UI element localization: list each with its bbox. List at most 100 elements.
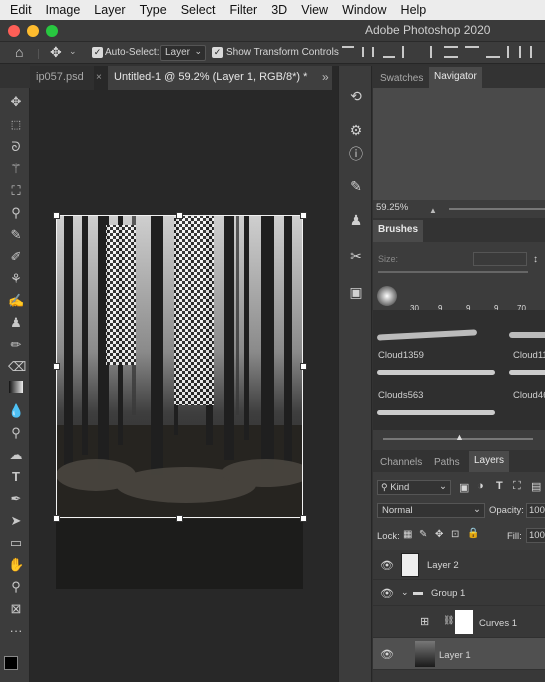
paragraph-icon[interactable]: ▣ xyxy=(348,284,364,300)
tab-swatches[interactable]: Swatches xyxy=(375,69,428,88)
move-tool-icon[interactable]: ✥ xyxy=(8,94,24,110)
dodge-tool-icon[interactable]: ⚲ xyxy=(8,425,24,441)
transform-handle-t[interactable] xyxy=(176,212,183,219)
menu-view[interactable]: View xyxy=(301,3,328,17)
lock-transparent-icon[interactable]: ▦ xyxy=(403,529,412,540)
filter-smart-icon[interactable]: ▤ xyxy=(531,480,541,493)
tab-untitled-1[interactable]: Untitled-1 @ 59.2% (Layer 1, RGB/8*) * xyxy=(108,66,332,90)
align-top-icon[interactable] xyxy=(342,46,354,58)
distribute-vertical-icon[interactable] xyxy=(444,46,458,58)
tab-brushes[interactable]: Brushes xyxy=(373,220,424,242)
show-transform-checkbox[interactable]: ✓ xyxy=(212,47,223,58)
foreground-color-swatch[interactable] xyxy=(4,656,18,670)
distribute-bottom-icon[interactable] xyxy=(486,46,500,58)
distribute-top-icon[interactable] xyxy=(465,46,479,58)
zoom-out-icon[interactable]: ▲ xyxy=(429,206,437,215)
maximize-window-button[interactable] xyxy=(46,25,58,37)
chevron-double-right-icon[interactable]: » xyxy=(322,70,329,84)
pencil-icon[interactable]: ✏ xyxy=(8,337,24,353)
lock-position-icon[interactable]: ✥ xyxy=(435,529,443,540)
brush-size-input[interactable] xyxy=(473,252,527,266)
canvas-area[interactable] xyxy=(30,90,338,682)
filter-type-icon[interactable]: T xyxy=(496,480,503,492)
tab-navigator[interactable]: Navigator xyxy=(429,67,482,88)
properties-icon[interactable]: ⚙ xyxy=(348,122,364,138)
auto-select-checkbox[interactable]: ✓ xyxy=(92,47,103,58)
eye-icon[interactable]: 👁 xyxy=(380,587,394,600)
brush-size-slider[interactable] xyxy=(378,271,528,273)
menu-image[interactable]: Image xyxy=(46,3,81,17)
move-tool-icon[interactable]: ✥ xyxy=(50,44,62,61)
transform-handle-l[interactable] xyxy=(53,363,60,370)
close-window-button[interactable] xyxy=(8,25,20,37)
layer-row-layer-1[interactable]: 👁 Layer 1 xyxy=(373,638,545,670)
align-left-icon[interactable] xyxy=(402,46,414,58)
menu-select[interactable]: Select xyxy=(181,3,216,17)
lasso-tool-icon[interactable]: ᘐ xyxy=(8,139,24,155)
brush-name-2[interactable]: Cloud11 xyxy=(513,350,545,361)
distribute-left-icon[interactable] xyxy=(530,46,540,58)
zoom-tool-icon[interactable]: ⚲ xyxy=(8,579,24,595)
tab-layers[interactable]: Layers xyxy=(469,451,510,472)
menu-edit[interactable]: Edit xyxy=(10,3,32,17)
slider-thumb-icon[interactable]: ▲ xyxy=(455,432,464,442)
layer-filter-dropdown[interactable]: ⚲ Kind ⌄ xyxy=(377,480,451,495)
lock-image-icon[interactable]: ✎ xyxy=(419,529,427,540)
blend-mode-dropdown[interactable]: Normal ⌄ xyxy=(377,503,485,518)
brush-tool-icon[interactable]: ✐ xyxy=(8,249,24,265)
align-bottom-icon[interactable] xyxy=(383,46,395,58)
filter-shape-icon[interactable]: ⛶ xyxy=(513,480,521,493)
layer-mask-thumbnail[interactable] xyxy=(455,610,473,634)
more-tools-icon[interactable]: ··· xyxy=(8,623,24,639)
menu-3d[interactable]: 3D xyxy=(271,3,287,17)
layer-name[interactable]: Curves 1 xyxy=(479,618,517,629)
eraser-icon[interactable]: ⌫ xyxy=(8,359,26,375)
opacity-input[interactable]: 100 xyxy=(526,503,545,518)
align-vcenter-icon[interactable] xyxy=(362,47,374,57)
menu-window[interactable]: Window xyxy=(342,3,386,17)
navigator-preview[interactable] xyxy=(373,88,545,200)
pen-tool-icon[interactable]: ✒ xyxy=(8,491,24,507)
brush-preset-soft-round[interactable] xyxy=(377,286,397,306)
align-right-icon[interactable] xyxy=(420,46,432,58)
hand-tool-icon[interactable]: ✋ xyxy=(8,557,24,573)
layer-name[interactable]: Layer 2 xyxy=(427,560,459,571)
rectangle-tool-icon[interactable]: ▭ xyxy=(8,535,24,551)
minimize-window-button[interactable] xyxy=(27,25,39,37)
brush-settings-icon[interactable]: ✎ xyxy=(348,178,364,194)
info-icon[interactable]: ⓘ xyxy=(348,146,364,162)
brush-name-4[interactable]: Cloud46 xyxy=(513,390,545,401)
menu-help[interactable]: Help xyxy=(401,3,427,17)
transform-handle-tr[interactable] xyxy=(300,212,307,219)
transform-handle-bl[interactable] xyxy=(53,515,60,522)
filter-adjustment-icon[interactable]: ◑ xyxy=(477,480,484,492)
tab-channels[interactable]: Channels xyxy=(375,453,427,472)
history-brush-icon[interactable]: ✍ xyxy=(8,293,24,309)
transform-bounding-box[interactable] xyxy=(56,215,303,518)
chevron-down-icon[interactable]: ⌄ xyxy=(69,46,77,57)
transform-handle-tl[interactable] xyxy=(53,212,60,219)
distribute-horizontal-icon[interactable] xyxy=(507,46,521,58)
navigator-zoom-slider[interactable] xyxy=(449,208,545,210)
clone-stamp-icon[interactable]: ⚘ xyxy=(8,271,24,287)
healing-brush-icon[interactable]: ✎ xyxy=(8,227,24,243)
close-icon[interactable]: × xyxy=(96,72,102,83)
brush-list[interactable]: Cloud1359 Cloud11 Clouds563 Cloud46 xyxy=(373,310,545,430)
eye-icon[interactable]: 👁 xyxy=(380,648,394,661)
blur-tool-icon[interactable]: 💧 xyxy=(8,403,24,419)
tool-presets-icon[interactable]: ✂ xyxy=(348,248,364,264)
lock-all-icon[interactable]: 🔒 xyxy=(467,528,479,539)
lock-artboard-icon[interactable]: ⊡ xyxy=(451,529,459,540)
sponge-tool-icon[interactable]: ☁ xyxy=(8,447,24,463)
transform-handle-br[interactable] xyxy=(300,515,307,522)
navigator-zoom-value[interactable]: 59.25% xyxy=(376,202,408,213)
layer-name[interactable]: Group 1 xyxy=(431,588,465,599)
magic-wand-icon[interactable]: ⚚ xyxy=(8,161,24,177)
history-icon[interactable]: ⟲ xyxy=(348,88,364,104)
gradient-tool-icon[interactable] xyxy=(9,381,23,393)
link-icon[interactable]: ⛓ xyxy=(443,615,454,626)
chevron-down-icon[interactable]: ⌄ xyxy=(401,587,409,598)
path-selection-icon[interactable]: ➤ xyxy=(8,513,24,529)
marquee-tool-icon[interactable]: ⬚ xyxy=(8,117,24,133)
menu-type[interactable]: Type xyxy=(140,3,167,17)
